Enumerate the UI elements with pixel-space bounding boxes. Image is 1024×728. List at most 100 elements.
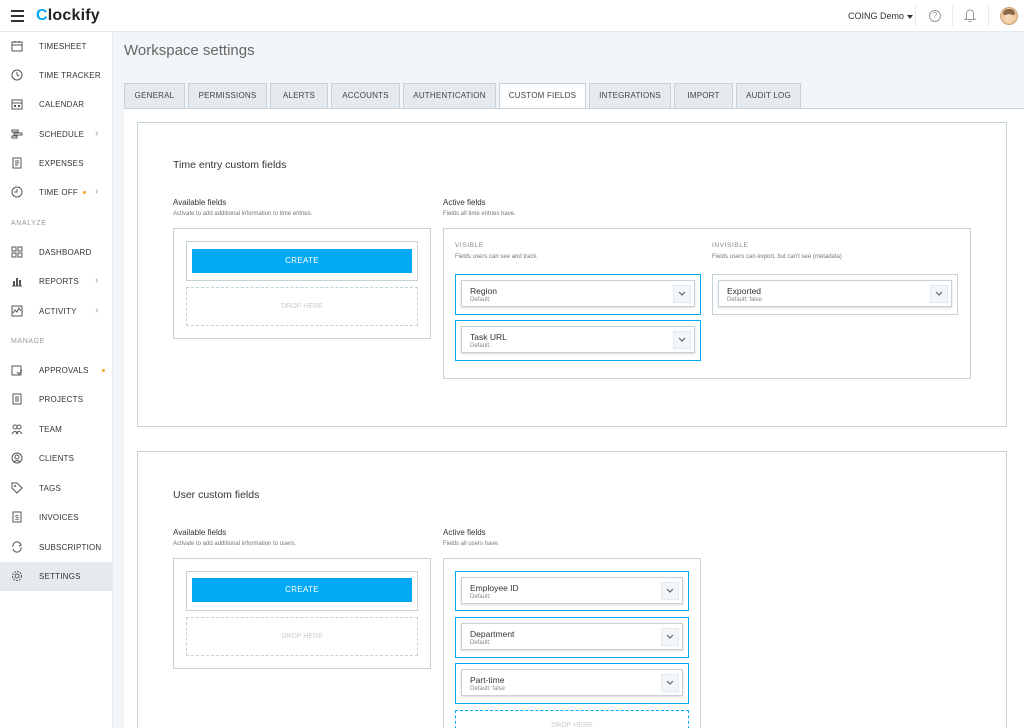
sidebar-item-tags[interactable]: TAGS: [0, 474, 113, 503]
invoice-icon: $: [12, 511, 22, 523]
gear-icon: [12, 571, 22, 581]
custom-field-employee-id[interactable]: Employee ID Default:: [461, 577, 683, 604]
sidebar-item-approvals[interactable]: APPROVALS: [0, 356, 113, 385]
page-title: Workspace settings: [124, 42, 255, 59]
divider: [952, 6, 953, 26]
chevron-right-icon: ›: [95, 128, 99, 139]
sidebar-item-timesheet[interactable]: TIMESHEET: [0, 32, 113, 61]
available-fields-title: Available fields: [173, 528, 227, 537]
field-default: Default: false: [727, 297, 763, 303]
sidebar-item-label: SUBSCRIPTION: [39, 543, 102, 552]
custom-field-region[interactable]: Region Default:: [461, 280, 695, 307]
field-default: Default:: [470, 297, 491, 303]
field-slot: Employee ID Default:: [455, 571, 689, 611]
drop-zone[interactable]: DROP HERE: [186, 287, 418, 326]
tab-integrations[interactable]: INTEGRATIONS: [589, 83, 671, 109]
available-fields-title: Available fields: [173, 198, 227, 207]
create-button[interactable]: CREATE: [192, 578, 412, 602]
sidebar-item-time-tracker[interactable]: TIME TRACKER: [0, 61, 113, 90]
custom-field-department[interactable]: Department Default:: [461, 623, 683, 650]
notification-dot: [102, 369, 105, 372]
sidebar-item-schedule[interactable]: SCHEDULE ›: [0, 120, 113, 149]
sidebar-item-dashboard[interactable]: DASHBOARD: [0, 238, 113, 267]
chevron-right-icon: ›: [95, 186, 99, 197]
sidebar-item-subscription[interactable]: SUBSCRIPTION: [0, 533, 113, 562]
active-fields-title: Active fields: [443, 198, 486, 207]
bell-icon[interactable]: [964, 9, 976, 23]
tab-permissions[interactable]: PERMISSIONS: [188, 83, 267, 109]
sidebar-item-invoices[interactable]: $ INVOICES: [0, 503, 113, 532]
chevron-down-icon[interactable]: [661, 674, 679, 692]
custom-field-part-time[interactable]: Part-time Default: false: [461, 669, 683, 696]
sidebar-item-label: INVOICES: [39, 513, 79, 522]
chevron-down-icon[interactable]: [673, 331, 691, 349]
create-button[interactable]: CREATE: [192, 249, 412, 273]
clients-icon: [11, 452, 23, 464]
tag-icon: [11, 482, 23, 494]
field-default: Default:: [470, 640, 491, 646]
clock-icon: [11, 69, 23, 81]
drop-zone[interactable]: DROP HERE: [186, 617, 418, 656]
tab-general[interactable]: GENERAL: [124, 83, 185, 109]
custom-field-exported[interactable]: Exported Default: false: [718, 280, 952, 307]
field-name: Region: [470, 286, 497, 296]
tab-authentication[interactable]: AUTHENTICATION: [403, 83, 496, 109]
sidebar-item-label: ACTIVITY: [39, 307, 77, 316]
avatar[interactable]: [1000, 7, 1018, 25]
subscription-icon: [12, 541, 22, 553]
sidebar-item-label: CALENDAR: [39, 100, 85, 109]
time-off-icon: [11, 186, 23, 198]
divider: [915, 6, 916, 26]
visible-subtitle: Fields users can see and track.: [455, 254, 539, 260]
field-name: Employee ID: [470, 583, 519, 593]
chevron-right-icon: ›: [95, 275, 99, 286]
app-logo[interactable]: Clockify: [36, 7, 100, 25]
sidebar-item-settings[interactable]: SETTINGS: [0, 562, 113, 591]
workspace-switcher[interactable]: COING Demo: [848, 11, 914, 21]
sidebar-item-calendar[interactable]: CALENDAR: [0, 90, 113, 119]
sidebar-item-label: TIMESHEET: [39, 42, 87, 51]
chevron-down-icon[interactable]: [673, 285, 691, 303]
sidebar-item-label: EXPENSES: [39, 159, 84, 168]
chevron-down-icon[interactable]: [930, 285, 948, 303]
sidebar-item-time-off[interactable]: TIME OFF ›: [0, 178, 113, 207]
sidebar-item-label: TEAM: [39, 425, 63, 434]
calendar-icon: [11, 99, 23, 110]
menu-icon[interactable]: [11, 10, 24, 22]
tab-import[interactable]: IMPORT: [674, 83, 733, 109]
visible-heading: VISIBLE: [455, 242, 484, 249]
active-fields-subtitle: Fields all users have.: [443, 541, 500, 547]
divider: [988, 6, 989, 26]
sidebar-item-label: PROJECTS: [39, 395, 84, 404]
tab-accounts[interactable]: ACCOUNTS: [331, 83, 400, 109]
help-icon[interactable]: ?: [929, 10, 941, 22]
section-title: User custom fields: [173, 489, 260, 501]
chevron-down-icon[interactable]: [661, 582, 679, 600]
sidebar-item-reports[interactable]: REPORTS ›: [0, 267, 113, 296]
tab-alerts[interactable]: ALERTS: [270, 83, 328, 109]
sidebar-item-label: SCHEDULE: [39, 130, 85, 139]
active-fields-subtitle: Fields all time entries have.: [443, 211, 516, 217]
sidebar-item-label: TIME OFF: [39, 188, 78, 197]
chevron-down-icon[interactable]: [661, 628, 679, 646]
field-slot: Department Default:: [455, 617, 689, 658]
sidebar-item-projects[interactable]: PROJECTS: [0, 385, 113, 414]
drop-zone[interactable]: DROP HERE: [455, 710, 689, 728]
sidebar-item-label: APPROVALS: [39, 366, 89, 375]
chevron-right-icon: ›: [95, 305, 99, 316]
sidebar-item-expenses[interactable]: EXPENSES: [0, 149, 113, 178]
schedule-icon: [11, 129, 23, 139]
tab-custom-fields[interactable]: CUSTOM FIELDS: [499, 83, 586, 110]
custom-field-task-url[interactable]: Task URL Default:: [461, 326, 695, 353]
approvals-icon: [11, 365, 23, 376]
sidebar-item-clients[interactable]: CLIENTS: [0, 444, 113, 473]
sidebar-item-label: SETTINGS: [39, 572, 81, 581]
sidebar-item-label: DASHBOARD: [39, 248, 92, 257]
sidebar-item-activity[interactable]: ACTIVITY ›: [0, 297, 113, 326]
field-slot: Task URL Default:: [455, 320, 701, 361]
sidebar-item-team[interactable]: TEAM: [0, 415, 113, 444]
invisible-subtitle: Fields users can export, but can't see (…: [712, 254, 842, 260]
field-default: Default: false: [470, 686, 506, 692]
projects-icon: [12, 393, 22, 405]
tab-audit-log[interactable]: AUDIT LOG: [736, 83, 801, 109]
